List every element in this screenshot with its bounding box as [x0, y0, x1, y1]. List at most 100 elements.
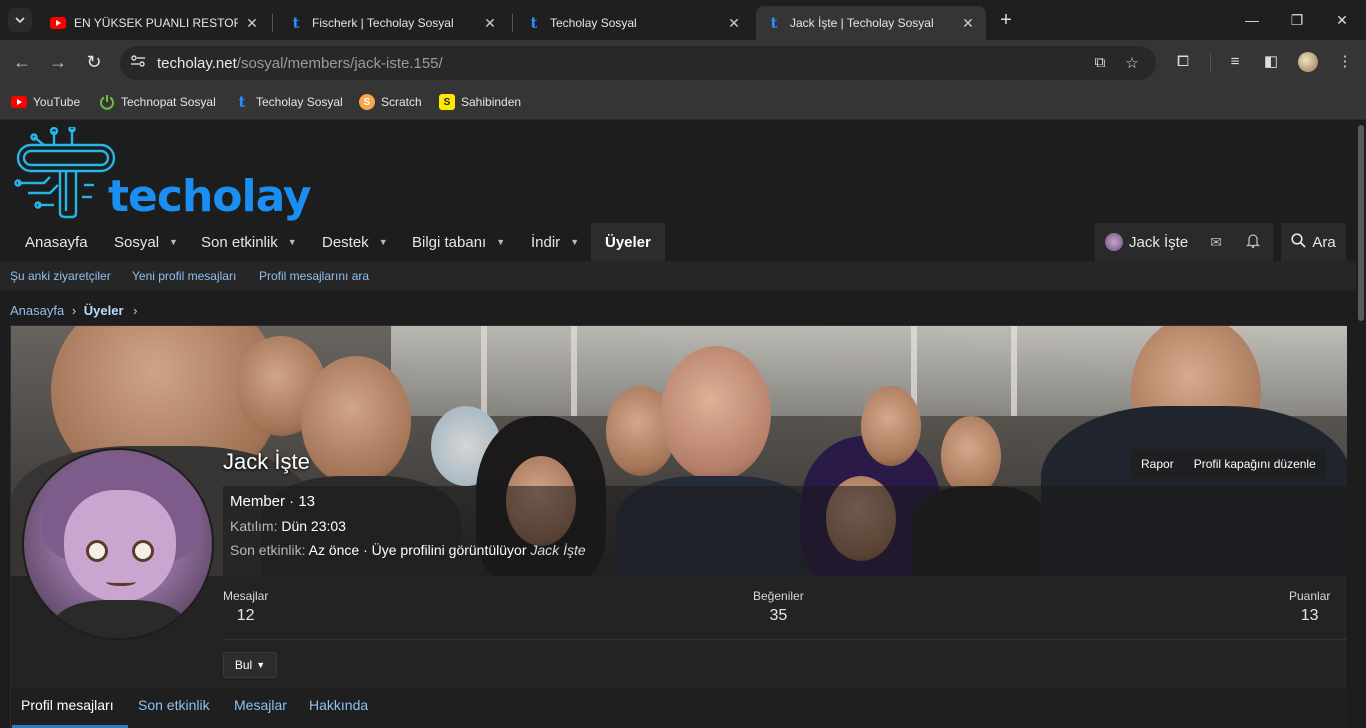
envelope-icon[interactable]: ✉	[1210, 234, 1222, 251]
member-title: Member · 13	[230, 493, 316, 510]
subnav-search-profile-posts[interactable]: Profil mesajlarını ara	[259, 269, 369, 283]
tab-divider	[272, 14, 273, 32]
profile-username: Jack İşte	[223, 449, 310, 474]
youtube-icon	[50, 15, 66, 31]
window-close-icon[interactable]: ✕	[1330, 8, 1354, 32]
tab-title: Techolay Sosyal	[550, 16, 637, 30]
nav-destek[interactable]: Destek ▼	[322, 223, 388, 261]
techolay-icon: t	[770, 14, 778, 32]
browser-tab[interactable]: t Fischerk | Techolay Sosyal ✕	[278, 6, 508, 40]
user-avatar[interactable]	[1105, 233, 1123, 251]
edit-cover-button[interactable]: Profil kapağını düzenle	[1184, 457, 1326, 471]
sub-nav: Şu anki ziyaretçiler Yeni profil mesajla…	[0, 261, 1356, 291]
breadcrumb: Anasayfa › Üyeler ›	[10, 303, 138, 318]
nav-uyeler[interactable]: Üyeler	[591, 223, 665, 261]
joined-line: Katılım: Dün 23:03	[230, 518, 346, 534]
bookmark-star-icon[interactable]: ☆	[1122, 54, 1142, 72]
logo-wordmark: techolay	[108, 171, 312, 222]
techolay-icon: t	[238, 93, 246, 111]
user-name-link[interactable]: Jack İşte	[1129, 234, 1188, 251]
minimize-icon[interactable]: —	[1240, 8, 1264, 32]
address-bar[interactable]: techolay.net/sosyal/members/jack-iste.15…	[120, 46, 1156, 80]
nav-bilgi-tabani[interactable]: Bilgi tabanı ▼	[412, 223, 505, 261]
breadcrumb-members[interactable]: Üyeler	[84, 303, 124, 318]
tab-latest-activity[interactable]: Son etkinlik	[138, 697, 210, 713]
tab-postings[interactable]: Mesajlar	[234, 697, 287, 713]
chevron-down-icon: ▼	[496, 237, 506, 247]
open-in-app-icon[interactable]: ⧉	[1090, 54, 1110, 72]
bookmark-youtube[interactable]: YouTube	[11, 93, 80, 111]
side-panel-icon[interactable]: ◧	[1260, 51, 1282, 73]
chevron-right-icon: ›	[133, 303, 138, 318]
forward-arrow-icon[interactable]: →	[46, 50, 70, 74]
last-activity-line: Son etkinlik: Az önce · Üye profilini gö…	[230, 542, 586, 558]
sahibinden-icon: S	[439, 94, 455, 110]
scratch-icon: S	[359, 94, 375, 110]
media-control-icon[interactable]: ≡	[1224, 51, 1246, 73]
bookmark-techolay[interactable]: t Techolay Sosyal	[234, 93, 343, 111]
nav-sosyal[interactable]: Sosyal ▼	[114, 223, 178, 261]
nav-indir[interactable]: İndir ▼	[531, 223, 579, 261]
page-scrollbar[interactable]	[1356, 121, 1366, 728]
subnav-current-visitors[interactable]: Şu anki ziyaretçiler	[10, 269, 111, 283]
stat-points[interactable]: Puanlar 13	[1289, 589, 1330, 625]
bookmark-scratch[interactable]: S Scratch	[359, 93, 422, 111]
tab-search-chevron-icon[interactable]	[8, 8, 32, 32]
nav-anasayfa[interactable]: Anasayfa	[25, 223, 88, 261]
find-dropdown-button[interactable]: Bul ▼	[223, 652, 277, 678]
close-icon[interactable]: ✕	[960, 15, 976, 31]
browser-tab-active[interactable]: t Jack İşte | Techolay Sosyal ✕	[756, 6, 986, 40]
stat-likes[interactable]: Beğeniler 35	[753, 589, 804, 625]
extensions-puzzle-icon[interactable]: ⧠	[1172, 51, 1194, 73]
chevron-right-icon: ›	[71, 303, 77, 318]
techolay-logo[interactable]: techolay	[14, 125, 312, 223]
chevron-down-icon: ▼	[287, 237, 297, 247]
url-text: techolay.net/sosyal/members/jack-iste.15…	[157, 55, 443, 72]
site-settings-icon[interactable]	[128, 54, 148, 72]
scrollbar-thumb[interactable]	[1358, 125, 1364, 321]
tab-profile-posts[interactable]: Profil mesajları	[21, 697, 114, 713]
chevron-down-icon: ▼	[570, 237, 580, 247]
profile-stats: Mesajlar 12 Beğeniler 35 Puanlar 13	[223, 576, 1347, 640]
bell-icon[interactable]	[1245, 233, 1260, 251]
reload-icon[interactable]: ↻	[82, 50, 106, 74]
tab-title: Jack İşte | Techolay Sosyal	[790, 16, 934, 30]
close-icon[interactable]: ✕	[482, 15, 498, 31]
tab-about[interactable]: Hakkında	[309, 697, 368, 713]
toolbar-divider	[1210, 54, 1211, 72]
bookmarks-bar: YouTube Technopat Sosyal t Techolay Sosy…	[0, 85, 1366, 120]
profile-tabs: Profil mesajları Son etkinlik Mesajlar H…	[11, 688, 1347, 728]
profile-info-panel: Member · 13 Katılım: Dün 23:03 Son etkin…	[223, 486, 1347, 576]
web-page: techolay Anasayfa Sosyal ▼ Son etkinlik ▼ …	[0, 121, 1356, 728]
report-button[interactable]: Rapor	[1131, 457, 1184, 471]
site-header: techolay	[0, 121, 1356, 223]
breadcrumb-home[interactable]: Anasayfa	[10, 303, 64, 318]
browser-tab-strip: EN YÜKSEK PUANLI RESTORAN ✕ t Fischerk |…	[0, 0, 1366, 40]
bookmark-sahibinden[interactable]: S Sahibinden	[439, 93, 521, 111]
browser-tab[interactable]: EN YÜKSEK PUANLI RESTORAN ✕	[40, 6, 270, 40]
cover-actions: Rapor Profil kapağını düzenle	[1131, 449, 1326, 479]
new-tab-plus-icon[interactable]: +	[996, 10, 1016, 30]
search-icon	[1291, 232, 1306, 252]
close-icon[interactable]: ✕	[726, 15, 742, 31]
stat-messages[interactable]: Mesajlar 12	[223, 589, 268, 625]
profile-avatar-icon[interactable]	[1298, 52, 1318, 72]
back-arrow-icon[interactable]: ←	[10, 50, 34, 74]
chevron-down-icon: ▼	[169, 237, 178, 247]
techolay-icon: t	[292, 14, 300, 32]
bookmark-technopat[interactable]: Technopat Sosyal	[99, 93, 216, 111]
tab-title: Fischerk | Techolay Sosyal	[312, 16, 454, 30]
power-icon	[99, 94, 115, 110]
tab-divider	[512, 14, 513, 32]
restore-icon[interactable]: ❐	[1285, 8, 1309, 32]
techolay-icon: t	[530, 14, 538, 32]
profile-avatar[interactable]	[22, 448, 214, 640]
browser-tab[interactable]: t Techolay Sosyal ✕	[516, 6, 752, 40]
last-activity-target-link[interactable]: Jack İşte	[530, 542, 585, 558]
caret-down-icon: ▼	[256, 660, 266, 670]
close-icon[interactable]: ✕	[244, 15, 260, 31]
more-menu-icon[interactable]: ⋮	[1334, 51, 1356, 73]
nav-son-etkinlik[interactable]: Son etkinlik ▼	[201, 223, 297, 261]
search-button[interactable]: Ara	[1281, 223, 1346, 261]
subnav-new-profile-posts[interactable]: Yeni profil mesajları	[132, 269, 236, 283]
